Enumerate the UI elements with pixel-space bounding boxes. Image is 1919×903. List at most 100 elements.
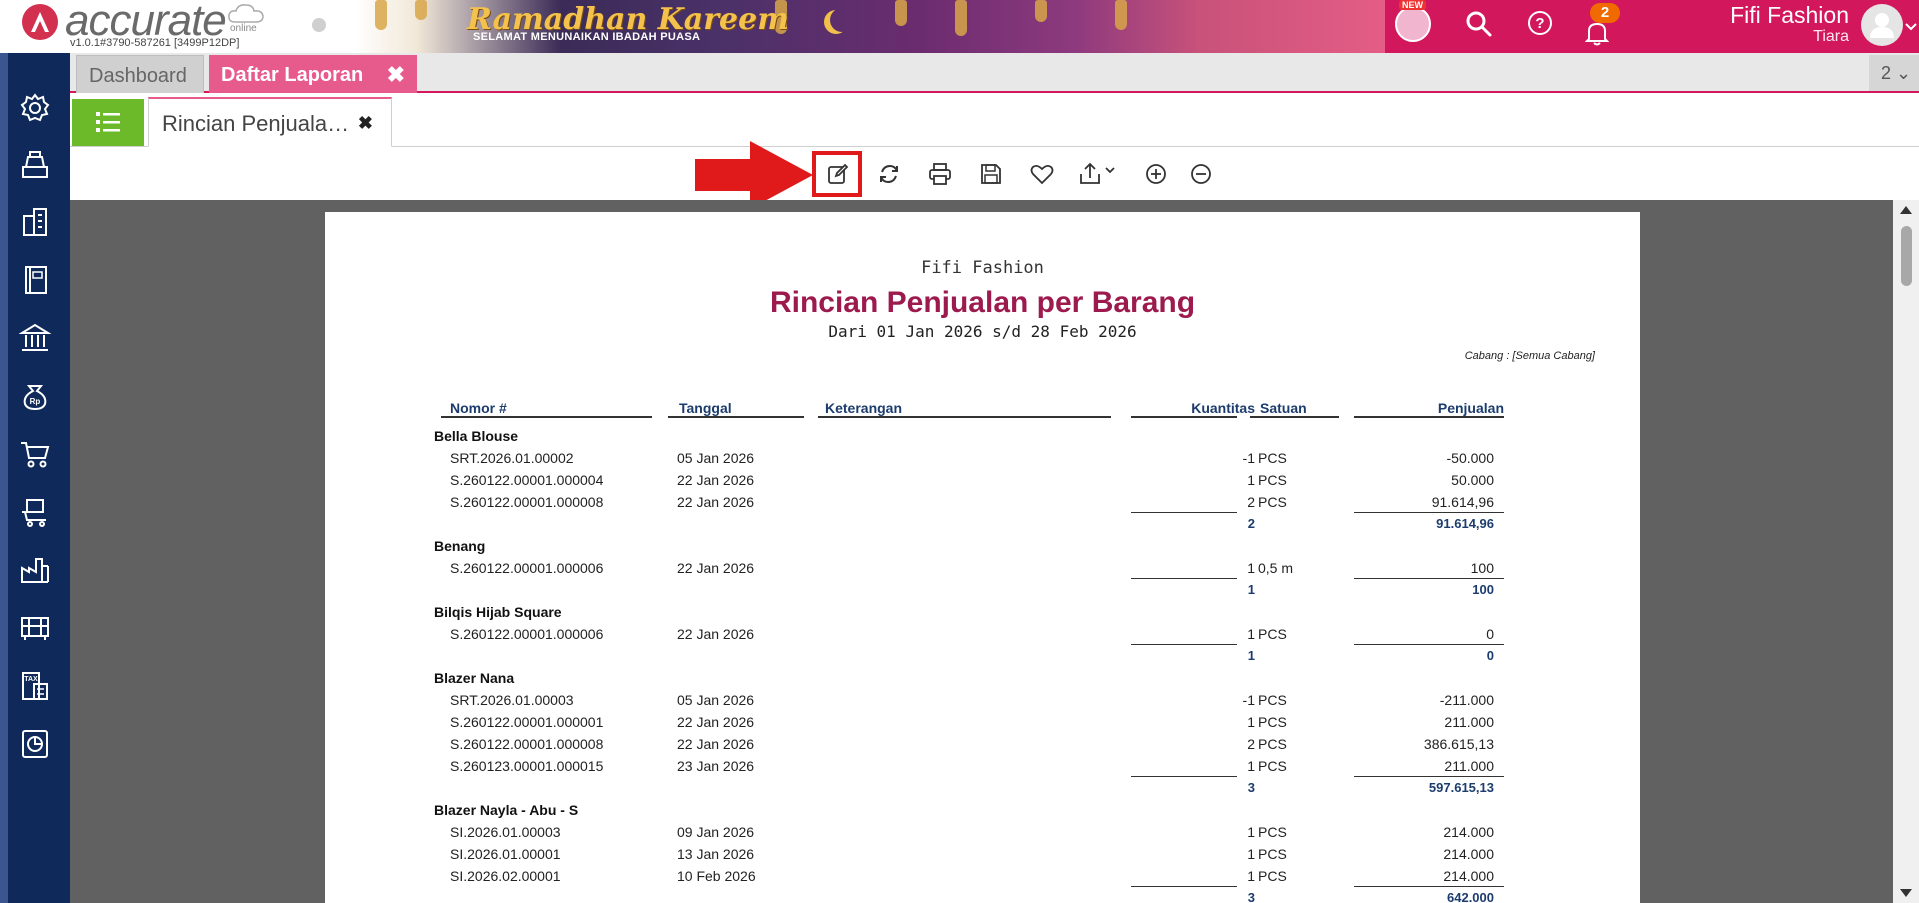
report-branch: Cabang : [Semua Cabang] xyxy=(1464,350,1595,362)
subtotal-kuantitas: 2 xyxy=(1247,516,1255,531)
cell-satuan: PCS xyxy=(1258,846,1287,862)
cell-satuan: PCS xyxy=(1258,692,1287,708)
favorite-icon[interactable] xyxy=(1027,159,1057,189)
lantern-icon xyxy=(895,0,907,26)
zoom-out-icon[interactable] xyxy=(1186,159,1216,189)
version-label: v1.0.1#3790-587261 [3499P12DP] xyxy=(70,37,240,49)
refresh-icon[interactable] xyxy=(874,159,904,189)
save-icon[interactable] xyxy=(976,159,1006,189)
cell-penjualan: 100 xyxy=(1470,560,1494,576)
bell-icon[interactable] xyxy=(1584,20,1610,51)
column-header-penjualan: Penjualan xyxy=(1437,400,1504,416)
table-row: S.260122.00001.000008 22 Jan 2026 2 PCS 386.… xyxy=(325,736,1640,754)
group-name: Bilqis Hijab Square xyxy=(434,604,562,620)
table-row: S.260122.00001.000006 22 Jan 2026 1 PCS 0 xyxy=(325,626,1640,644)
scroll-down-arrow-icon[interactable] xyxy=(1900,889,1912,897)
subtotal-kuantitas: 1 xyxy=(1247,648,1255,663)
building-icon[interactable] xyxy=(18,205,52,239)
tab-daftar-laporan[interactable]: Daftar Laporan ✖ xyxy=(209,55,417,93)
report-chart-icon[interactable] xyxy=(18,727,52,761)
cell-kuantitas: 2 xyxy=(1247,494,1255,510)
chevron-down-icon[interactable] xyxy=(1905,18,1917,36)
lantern-icon xyxy=(955,0,967,36)
table-row: SI.2026.01.00003 09 Jan 2026 1 PCS 214.000 xyxy=(325,824,1640,842)
print-icon[interactable] xyxy=(925,159,955,189)
cell-tanggal: 22 Jan 2026 xyxy=(677,560,755,576)
tab-rincian-penjualan[interactable]: Rincian Penjuala… ✖ xyxy=(148,97,392,147)
scrollbar-thumb[interactable] xyxy=(1901,226,1912,286)
report-company: Fifi Fashion xyxy=(921,258,1044,278)
subtotal-rule xyxy=(1354,776,1504,777)
column-header-kuantitas: Kuantitas xyxy=(1191,400,1255,416)
zoom-in-icon[interactable] xyxy=(1141,159,1171,189)
accurate-logo-icon[interactable] xyxy=(22,4,58,40)
user-name[interactable]: Tiara xyxy=(1813,28,1849,46)
close-icon[interactable]: ✖ xyxy=(358,113,373,134)
subtotal-rule xyxy=(1131,644,1237,645)
inventory-icon[interactable] xyxy=(18,611,52,645)
factory-icon[interactable] xyxy=(18,553,52,587)
table-row: S.260122.00001.000004 22 Jan 2026 1 PCS 50.0… xyxy=(325,472,1640,490)
report-toolbar xyxy=(70,147,1919,200)
whats-new-avatar-icon[interactable] xyxy=(1395,6,1431,42)
warehouse-cart-icon[interactable] xyxy=(18,495,52,529)
cell-penjualan: 211.000 xyxy=(1444,714,1494,730)
lantern-icon xyxy=(1115,0,1127,30)
cell-tanggal: 13 Jan 2026 xyxy=(677,846,755,862)
open-tabs-dropdown[interactable]: 2 ⌄ xyxy=(1869,55,1919,91)
subtotal-penjualan: 0 xyxy=(1486,648,1494,663)
cell-kuantitas: 1 xyxy=(1247,758,1255,774)
tab-daftar-laporan-label: Daftar Laporan xyxy=(221,64,364,86)
table-row: SI.2026.01.00001 13 Jan 2026 1 PCS 214.000 xyxy=(325,846,1640,864)
gear-icon[interactable] xyxy=(18,91,52,125)
header-rule xyxy=(1354,416,1504,418)
cell-satuan: PCS xyxy=(1258,626,1287,642)
help-icon[interactable]: ? xyxy=(1527,10,1553,41)
subtotal-kuantitas: 3 xyxy=(1247,890,1255,903)
cell-tanggal: 22 Jan 2026 xyxy=(677,626,755,642)
cell-satuan: PCS xyxy=(1258,714,1287,730)
tab-dashboard[interactable]: Dashboard xyxy=(76,55,204,93)
cell-tanggal: 09 Jan 2026 xyxy=(677,824,755,840)
cell-nomor: SI.2026.01.00003 xyxy=(450,824,561,840)
cell-satuan: PCS xyxy=(1258,736,1287,752)
company-name[interactable]: Fifi Fashion xyxy=(1730,2,1849,29)
header-rule xyxy=(668,416,804,418)
cell-penjualan: -50.000 xyxy=(1446,450,1494,466)
cell-nomor: S.260123.00001.000015 xyxy=(450,758,604,774)
book-icon[interactable] xyxy=(18,263,52,297)
group-name: Bella Blouse xyxy=(434,428,519,444)
cell-kuantitas: 1 xyxy=(1247,868,1255,884)
cash-register-icon[interactable] xyxy=(18,148,52,182)
tax-document-icon[interactable]: TAX xyxy=(18,669,52,703)
cell-nomor: S.260122.00001.000008 xyxy=(450,494,604,510)
close-icon[interactable]: ✖ xyxy=(387,62,405,88)
group-name: Blazer Nayla - Abu - S xyxy=(434,802,579,818)
cell-penjualan: 214.000 xyxy=(1443,846,1494,862)
bank-icon[interactable] xyxy=(18,321,52,355)
cell-penjualan: 50.000 xyxy=(1451,472,1494,488)
cell-satuan: PCS xyxy=(1258,494,1287,510)
report-list-button[interactable] xyxy=(72,99,144,146)
table-row: S.260122.00001.000001 22 Jan 2026 1 PCS 211.… xyxy=(325,714,1640,732)
shopping-cart-icon[interactable] xyxy=(18,437,52,471)
scroll-up-arrow-icon[interactable] xyxy=(1900,206,1912,214)
cell-kuantitas: 1 xyxy=(1247,626,1255,642)
cell-nomor: S.260122.00001.000004 xyxy=(450,472,604,488)
vertical-scrollbar[interactable] xyxy=(1893,200,1919,903)
lantern-icon xyxy=(375,0,387,30)
cell-tanggal: 10 Feb 2026 xyxy=(677,868,756,884)
column-header-nomor: Nomor # xyxy=(450,400,507,416)
export-icon[interactable] xyxy=(1078,159,1122,189)
money-bag-icon[interactable]: Rp xyxy=(18,379,52,413)
search-icon[interactable] xyxy=(1465,10,1493,43)
cell-satuan: PCS xyxy=(1258,868,1287,884)
user-avatar[interactable] xyxy=(1861,4,1903,46)
cell-kuantitas: -1 xyxy=(1242,692,1255,708)
lantern-icon xyxy=(415,0,427,20)
cell-kuantitas: 1 xyxy=(1247,560,1255,576)
svg-text:?: ? xyxy=(1535,15,1544,32)
cell-penjualan: 211.000 xyxy=(1444,758,1494,774)
subtotal-rule xyxy=(1354,512,1504,513)
svg-text:Rp: Rp xyxy=(30,397,41,406)
